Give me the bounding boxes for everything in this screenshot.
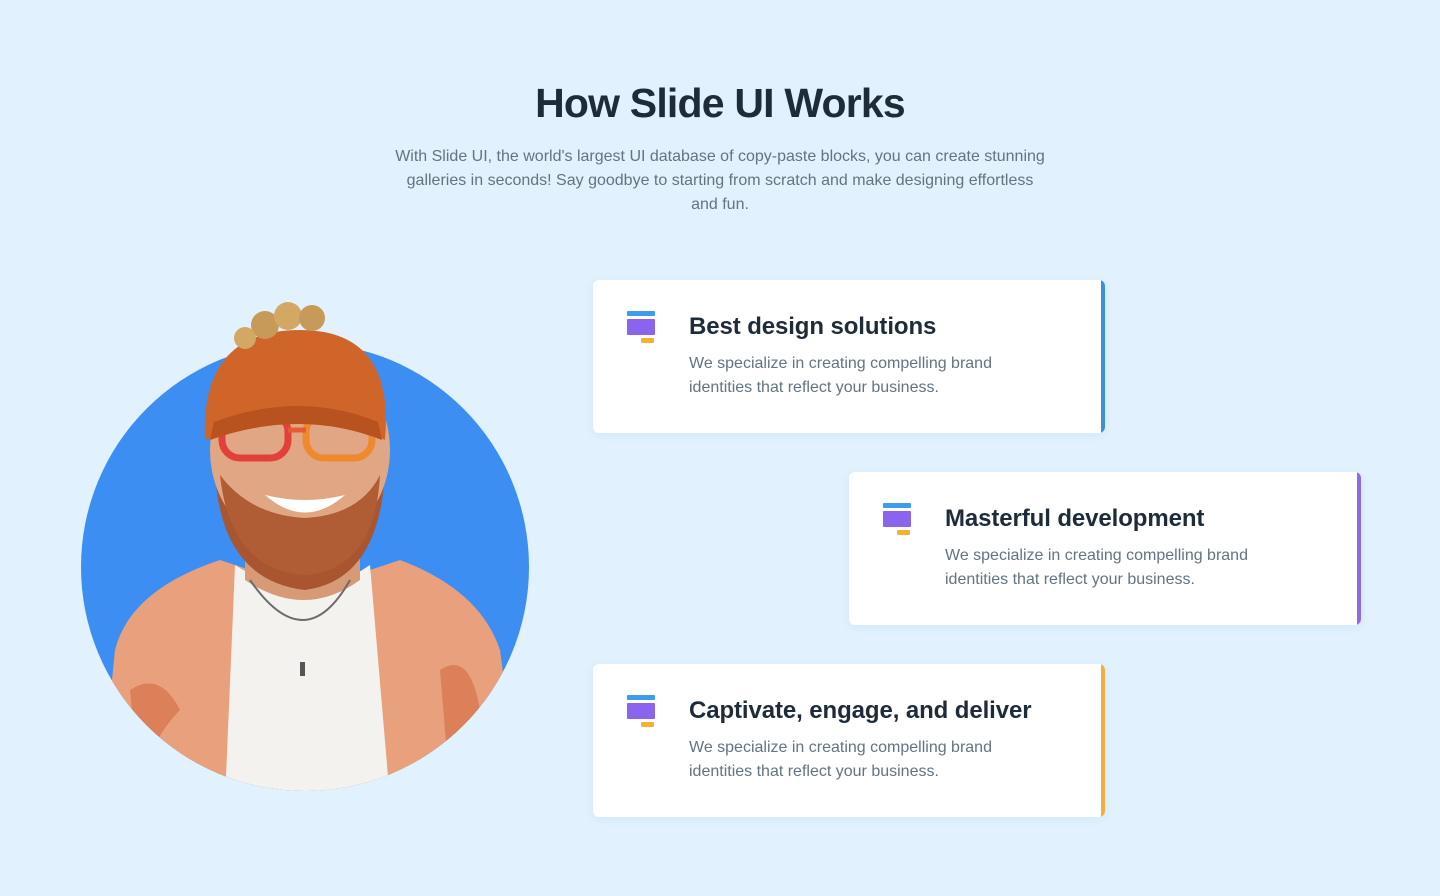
feature-card-development: Masterful development We specialize in c…	[849, 472, 1361, 625]
layers-icon	[883, 503, 911, 537]
feature-card-captivate: Captivate, engage, and deliver We specia…	[593, 664, 1105, 817]
feature-title: Masterful development	[945, 505, 1205, 532]
smiling-man-photo	[81, 302, 529, 791]
layers-icon	[627, 695, 655, 729]
feature-title: Captivate, engage, and deliver	[689, 697, 1032, 724]
how-it-works-section: How Slide UI Works With Slide UI, the wo…	[0, 0, 1440, 896]
section-title: How Slide UI Works	[535, 80, 906, 126]
feature-description: We specialize in creating compelling bra…	[689, 739, 992, 780]
feature-description: We specialize in creating compelling bra…	[945, 547, 1248, 588]
layers-icon	[627, 311, 655, 345]
section-subtitle: With Slide UI, the world's largest UI da…	[395, 148, 1045, 213]
feature-description: We specialize in creating compelling bra…	[689, 355, 992, 396]
feature-title: Best design solutions	[689, 313, 937, 340]
feature-card-design: Best design solutions We specialize in c…	[593, 280, 1105, 433]
